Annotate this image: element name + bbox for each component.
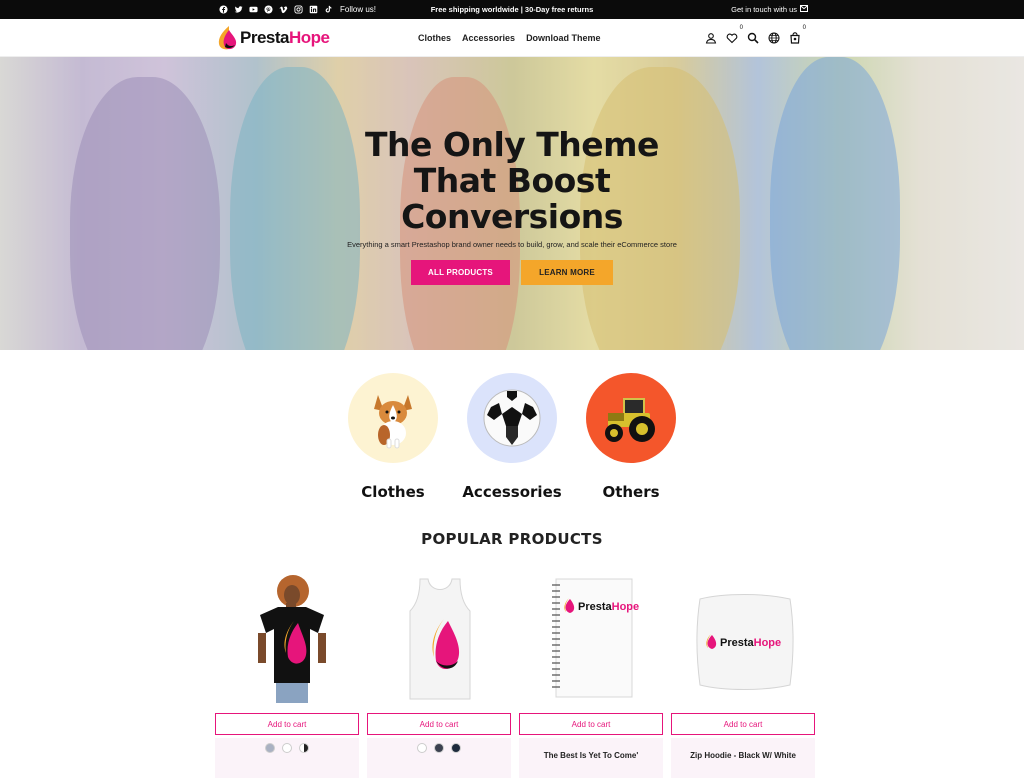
popular-products-title: POPULAR PRODUCTS xyxy=(421,530,603,548)
search-icon[interactable] xyxy=(746,31,760,45)
color-swatches xyxy=(367,743,511,753)
svg-text:PrestaHope: PrestaHope xyxy=(720,637,781,649)
envelope-icon xyxy=(800,5,808,14)
product-details: The Best Is Yet To Come' xyxy=(519,738,663,778)
product-image[interactable] xyxy=(215,566,361,708)
vimeo-icon[interactable] xyxy=(278,5,288,15)
product-card: Add to cart xyxy=(215,566,361,778)
product-card: PrestaHope Add to cart The Best Is Yet T… xyxy=(519,566,665,778)
product-details: Zip Hoodie - Black W/ White xyxy=(671,738,815,778)
product-card: Add to cart xyxy=(367,566,513,778)
tractor-icon xyxy=(605,398,655,442)
product-card: PrestaHope Add to cart Zip Hoodie - Blac… xyxy=(671,566,817,778)
add-to-cart-button[interactable]: Add to cart xyxy=(519,713,663,735)
hero-title-line-3: Conversions xyxy=(401,197,623,236)
color-swatch[interactable] xyxy=(451,743,461,753)
corgi-dog-icon xyxy=(374,395,412,449)
globe-icon[interactable] xyxy=(767,31,781,45)
instagram-icon[interactable] xyxy=(293,5,303,15)
contact-link[interactable]: Get in touch with us xyxy=(731,0,808,19)
learn-more-button[interactable]: LEARN MORE xyxy=(521,260,613,285)
white-pillow-image: PrestaHope xyxy=(696,594,794,690)
color-swatch[interactable] xyxy=(265,743,275,753)
product-name[interactable]: Zip Hoodie - Black W/ White xyxy=(671,751,815,760)
nav-item-clothes[interactable]: Clothes xyxy=(418,33,451,43)
wishlist-count: 0 xyxy=(739,25,743,31)
category-label-others[interactable]: Others xyxy=(561,483,701,501)
color-swatches xyxy=(215,743,359,753)
product-image[interactable]: PrestaHope xyxy=(671,566,817,708)
hero-title-line-2: That Boost xyxy=(413,161,611,200)
add-to-cart-button[interactable]: Add to cart xyxy=(671,713,815,735)
site-logo[interactable]: PrestaHope xyxy=(216,24,330,52)
svg-text:PrestaHope: PrestaHope xyxy=(578,601,639,613)
follow-us-label: Follow us! xyxy=(340,5,377,14)
nav-item-accessories[interactable]: Accessories xyxy=(462,33,515,43)
shipping-notice: Free shipping worldwide | 30-Day free re… xyxy=(430,5,594,14)
main-nav: Clothes Accessories Download Theme xyxy=(418,19,601,57)
white-tank-top-image xyxy=(409,578,471,700)
category-accessories-image[interactable] xyxy=(467,373,557,463)
cart-bag-icon[interactable]: 0 xyxy=(788,25,806,45)
linkedin-icon[interactable] xyxy=(308,5,318,15)
color-swatch[interactable] xyxy=(299,743,309,753)
product-image[interactable] xyxy=(367,566,513,708)
logo-text-presta: Presta xyxy=(240,28,289,47)
top-bar: Follow us! Free shipping worldwide | 30-… xyxy=(0,0,1024,19)
color-swatch[interactable] xyxy=(282,743,292,753)
hero-title: The Only Theme That Boost Conversions xyxy=(0,127,1024,235)
hero-banner: The Only Theme That Boost Conversions Ev… xyxy=(0,57,1024,350)
header-icons: 0 0 xyxy=(704,19,806,57)
hero-title-line-1: The Only Theme xyxy=(365,125,659,164)
add-to-cart-button[interactable]: Add to cart xyxy=(367,713,511,735)
color-swatch[interactable] xyxy=(434,743,444,753)
hero-subtitle: Everything a smart Prestashop brand owne… xyxy=(347,240,677,249)
logo-flame-icon xyxy=(218,26,237,50)
tiktok-icon[interactable] xyxy=(323,5,333,15)
color-swatch[interactable] xyxy=(417,743,427,753)
youtube-icon[interactable] xyxy=(248,5,258,15)
product-details xyxy=(215,738,359,778)
logo-text-hope: Hope xyxy=(288,28,330,47)
product-name[interactable]: The Best Is Yet To Come' xyxy=(519,751,663,760)
social-links: Follow us! xyxy=(218,0,376,19)
product-details xyxy=(367,738,511,778)
pinterest-icon[interactable] xyxy=(263,5,273,15)
nav-item-download-theme[interactable]: Download Theme xyxy=(526,33,601,43)
product-image[interactable]: PrestaHope xyxy=(519,566,665,708)
spiral-notebook-image: PrestaHope xyxy=(552,578,639,698)
category-others-image[interactable] xyxy=(586,373,676,463)
category-clothes-image[interactable] xyxy=(348,373,438,463)
all-products-button[interactable]: ALL PRODUCTS xyxy=(411,260,510,285)
contact-label: Get in touch with us xyxy=(731,5,797,14)
user-icon[interactable] xyxy=(704,31,718,45)
twitter-icon[interactable] xyxy=(233,5,243,15)
add-to-cart-button[interactable]: Add to cart xyxy=(215,713,359,735)
wishlist-heart-icon[interactable]: 0 xyxy=(725,25,743,45)
cart-count: 0 xyxy=(802,25,806,31)
main-header: PrestaHope Clothes Accessories Download … xyxy=(0,19,1024,57)
facebook-icon[interactable] xyxy=(218,5,228,15)
soccer-ball-icon xyxy=(483,389,541,447)
black-tshirt-model-image xyxy=(258,575,326,703)
